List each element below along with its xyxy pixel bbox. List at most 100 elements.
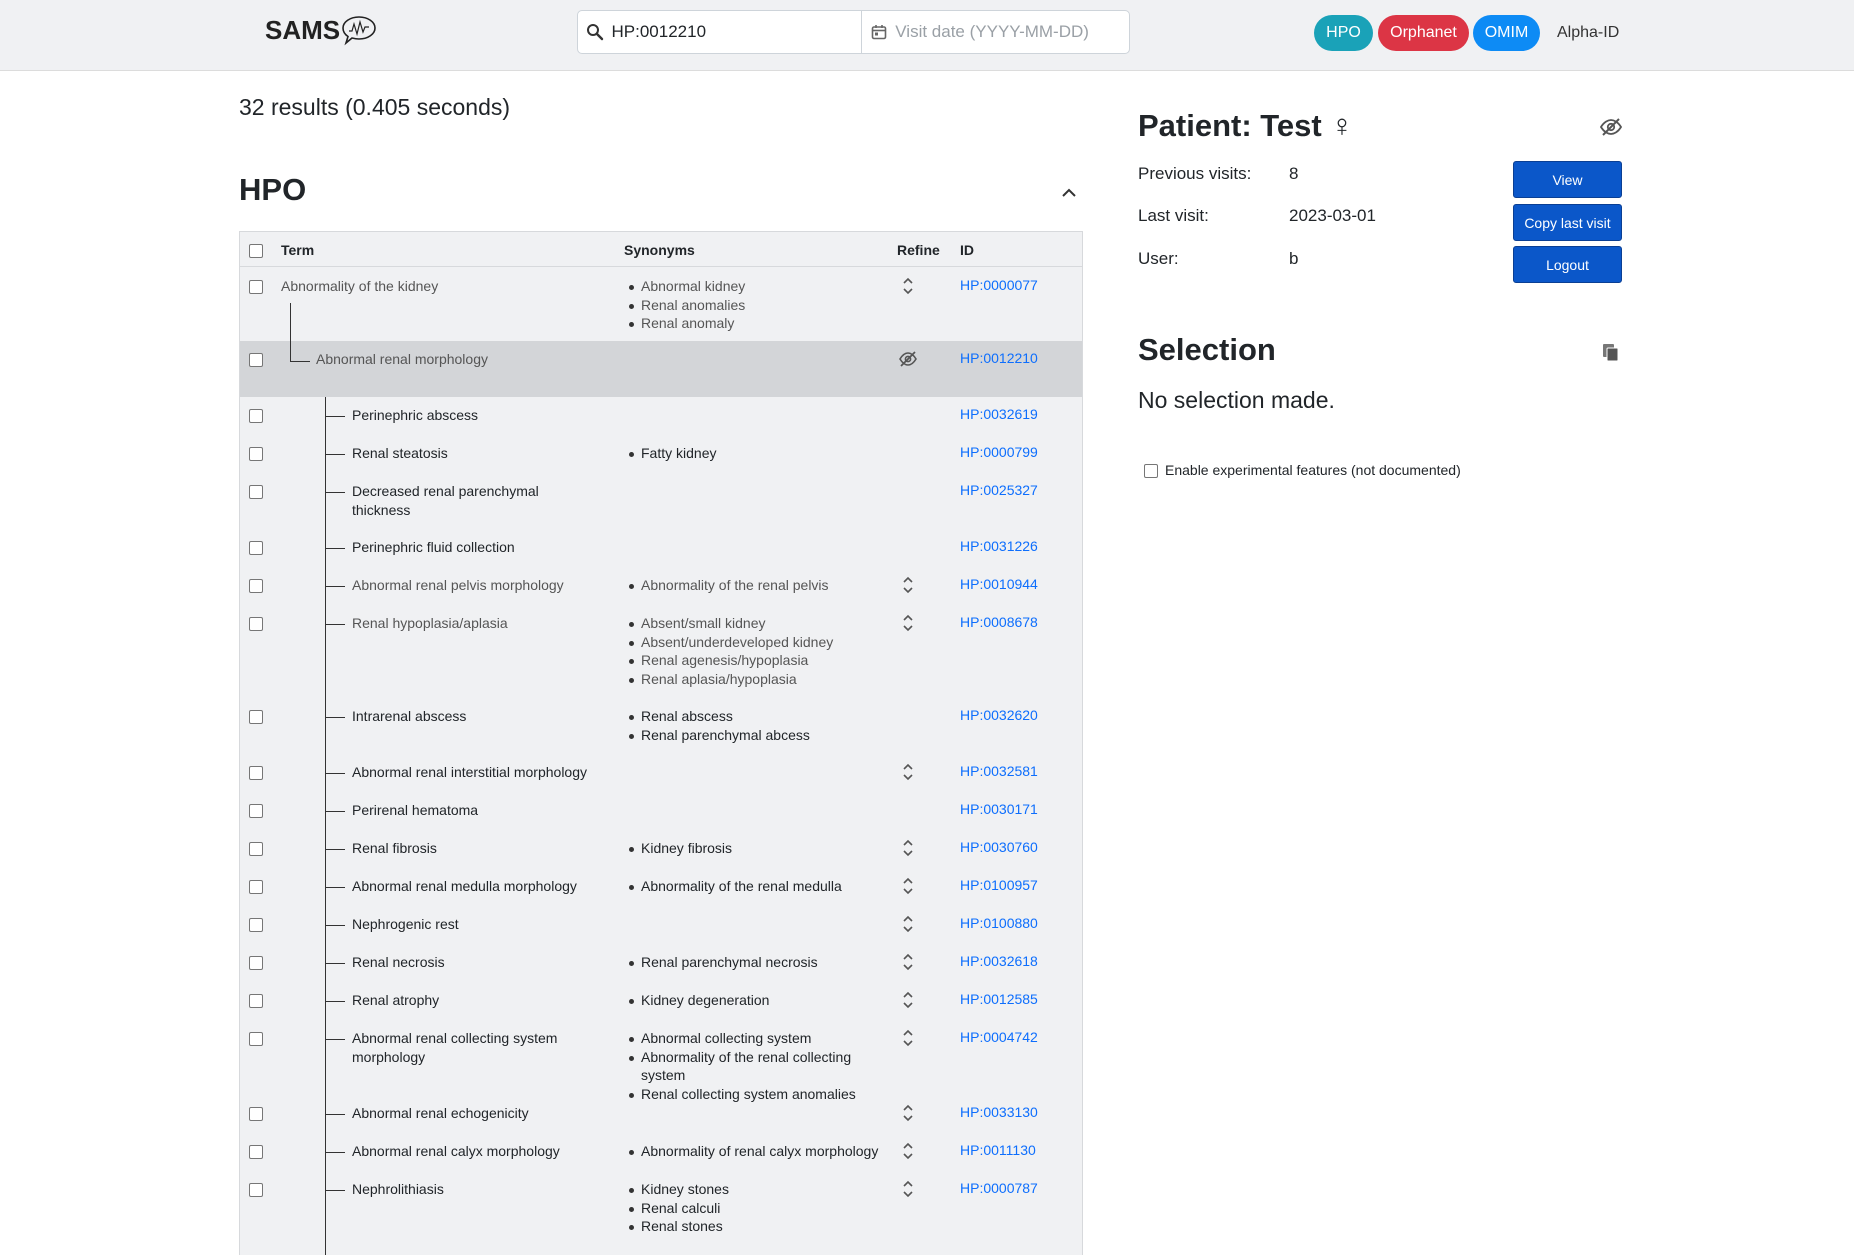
hpo-id-link[interactable]: HP:0011130 xyxy=(960,1142,1036,1158)
term-link[interactable]: Nephrolithiasis xyxy=(352,1180,444,1199)
search-input[interactable] xyxy=(611,11,861,53)
row-checkbox[interactable] xyxy=(249,447,263,461)
hpo-id-link[interactable]: HP:0033130 xyxy=(960,1104,1038,1120)
view-button[interactable]: View xyxy=(1513,161,1622,198)
logout-button[interactable]: Logout xyxy=(1513,246,1622,283)
expand-vertical-icon[interactable] xyxy=(897,875,919,897)
term-link[interactable]: Abnormality of the kidney xyxy=(281,277,438,296)
row-checkbox[interactable] xyxy=(249,880,263,894)
hpo-id-link[interactable]: HP:0030760 xyxy=(960,839,1038,855)
term-label: Nephrogenic rest xyxy=(352,916,459,932)
copy-icon[interactable] xyxy=(1602,343,1620,368)
hpo-id-link[interactable]: HP:0012585 xyxy=(960,991,1038,1007)
row-checkbox[interactable] xyxy=(249,842,263,856)
term-label: Abnormal renal collecting system xyxy=(352,1030,558,1046)
row-checkbox[interactable] xyxy=(249,617,263,631)
hpo-id-link[interactable]: HP:0032619 xyxy=(960,406,1038,422)
term-link[interactable]: Renal necrosis xyxy=(352,953,445,972)
expand-vertical-icon[interactable] xyxy=(897,913,919,935)
expand-vertical-icon[interactable] xyxy=(897,951,919,973)
table-row: Abnormal renal calyx morphology Abnormali… xyxy=(240,1133,1082,1171)
term-link[interactable]: Abnormal renal medulla morphology xyxy=(352,877,577,896)
sams-logo[interactable]: SAMS xyxy=(265,14,377,46)
term-link[interactable]: Renal atrophy xyxy=(352,991,439,1010)
tab-omim[interactable]: OMIM xyxy=(1473,15,1540,51)
hpo-id-link[interactable]: HP:0025327 xyxy=(960,482,1038,498)
hpo-id-link[interactable]: HP:0008678 xyxy=(960,614,1038,630)
row-checkbox[interactable] xyxy=(249,1107,263,1121)
expand-vertical-icon[interactable] xyxy=(897,1140,919,1162)
expand-vertical-icon[interactable] xyxy=(897,761,919,783)
term-link[interactable]: Renal hypoplasia/aplasia xyxy=(352,614,508,633)
expand-vertical-icon[interactable] xyxy=(897,1178,919,1200)
row-checkbox[interactable] xyxy=(249,541,263,555)
row-checkbox[interactable] xyxy=(249,1032,263,1046)
row-checkbox[interactable] xyxy=(249,409,263,423)
hpo-id-link[interactable]: HP:0030171 xyxy=(960,801,1038,817)
term-link[interactable]: Nephrogenic rest xyxy=(352,915,459,934)
row-checkbox[interactable] xyxy=(249,766,263,780)
copy-last-visit-button[interactable]: Copy last visit xyxy=(1513,204,1622,241)
term-label: Perinephric fluid collection xyxy=(352,539,515,555)
term-link[interactable]: Renal steatosis xyxy=(352,444,448,463)
row-checkbox[interactable] xyxy=(249,710,263,724)
term-link[interactable]: Perirenal hematoma xyxy=(352,801,478,820)
expand-vertical-icon[interactable] xyxy=(897,989,919,1011)
hpo-id-link[interactable]: HP:0000787 xyxy=(960,1180,1038,1196)
hpo-id-link[interactable]: HP:0031226 xyxy=(960,538,1038,554)
tab-orphanet[interactable]: Orphanet xyxy=(1378,15,1469,51)
row-checkbox[interactable] xyxy=(249,804,263,818)
hpo-id-link[interactable]: HP:0100957 xyxy=(960,877,1038,893)
hpo-id-link[interactable]: HP:0032581 xyxy=(960,763,1038,779)
table-row: Abnormal renal interstitial morphology HP… xyxy=(240,754,1082,792)
experimental-features-checkbox[interactable] xyxy=(1144,464,1158,478)
row-checkbox[interactable] xyxy=(249,579,263,593)
hpo-id-link[interactable]: HP:0004742 xyxy=(960,1029,1038,1045)
table-row: Renal necrosis Renal parenchymal necrosis… xyxy=(240,944,1082,982)
hpo-results-table: Term Synonyms Refine ID Abnormality of t… xyxy=(239,231,1083,1255)
hpo-id-link[interactable]: HP:0032618 xyxy=(960,953,1038,969)
hpo-id-link[interactable]: HP:0000799 xyxy=(960,444,1038,460)
chevron-up-icon[interactable] xyxy=(1058,182,1080,204)
term-link[interactable]: Renal fibrosis xyxy=(352,839,437,858)
expand-vertical-icon[interactable] xyxy=(897,612,919,634)
row-checkbox[interactable] xyxy=(249,994,263,1008)
hpo-id-link[interactable]: HP:0000077 xyxy=(960,277,1038,293)
term-link[interactable]: Abnormal renal collecting system morpholo… xyxy=(352,1029,557,1066)
tab-hpo[interactable]: HPO xyxy=(1314,15,1373,51)
expand-vertical-icon[interactable] xyxy=(897,1027,919,1049)
term-link[interactable]: Intrarenal abscess xyxy=(352,707,466,726)
term-link[interactable]: Abnormal renal echogenicity xyxy=(352,1104,529,1123)
row-checkbox[interactable] xyxy=(249,485,263,499)
hpo-id-link[interactable]: HP:0010944 xyxy=(960,576,1038,592)
term-link[interactable]: Abnormal renal pelvis morphology xyxy=(352,576,564,595)
expand-vertical-icon[interactable] xyxy=(897,574,919,596)
term-link[interactable]: Perinephric abscess xyxy=(352,406,478,425)
row-checkbox[interactable] xyxy=(249,280,263,294)
column-header-refine: Refine xyxy=(897,242,940,258)
term-link[interactable]: Perinephric fluid collection xyxy=(352,538,515,557)
row-checkbox[interactable] xyxy=(249,1145,263,1159)
term-link[interactable]: Decreased renal parenchymal thickness xyxy=(352,482,539,519)
row-checkbox[interactable] xyxy=(249,918,263,932)
term-link[interactable]: Abnormal renal morphology xyxy=(316,350,488,369)
eye-slash-icon[interactable] xyxy=(1599,118,1623,141)
hpo-id-link[interactable]: HP:0012210 xyxy=(960,350,1038,366)
row-checkbox[interactable] xyxy=(249,353,263,367)
row-checkbox[interactable] xyxy=(249,956,263,970)
experimental-features-label[interactable]: Enable experimental features (not docume… xyxy=(1165,462,1461,478)
eye-slash-icon[interactable] xyxy=(897,348,919,370)
synonyms-list: Renal parenchymal necrosis xyxy=(627,953,897,972)
expand-vertical-icon[interactable] xyxy=(897,837,919,859)
tab-alpha-id[interactable]: Alpha-ID xyxy=(1557,24,1619,42)
term-link[interactable]: Abnormal renal interstitial morphology xyxy=(352,763,587,782)
expand-vertical-icon[interactable] xyxy=(897,275,919,297)
visit-date-input[interactable] xyxy=(895,11,1129,53)
select-all-checkbox[interactable] xyxy=(249,244,263,258)
row-checkbox[interactable] xyxy=(249,1183,263,1197)
term-label: Abnormality of the kidney xyxy=(281,278,439,294)
hpo-id-link[interactable]: HP:0100880 xyxy=(960,915,1038,931)
expand-vertical-icon[interactable] xyxy=(897,1102,919,1124)
term-link[interactable]: Abnormal renal calyx morphology xyxy=(352,1142,560,1161)
hpo-id-link[interactable]: HP:0032620 xyxy=(960,707,1038,723)
